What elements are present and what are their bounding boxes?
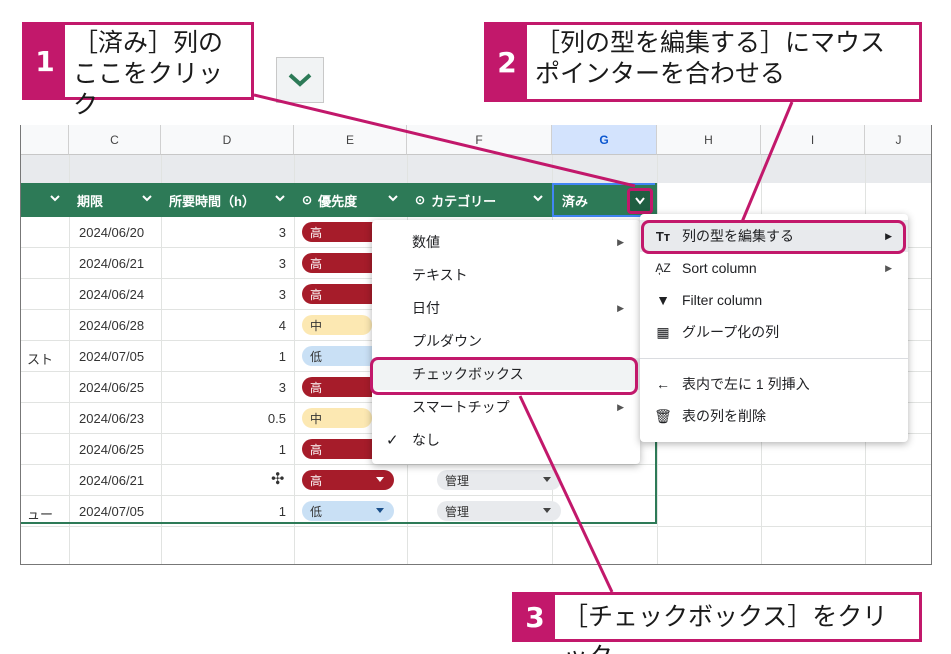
menu-item-label: 日付 [412, 300, 440, 316]
menu-item-label: スマートチップ [412, 399, 510, 415]
menu-item-sort-column[interactable]: A͎Z Sort column ▶ [640, 252, 908, 284]
menu-item-label: テキスト [412, 267, 468, 283]
column-header-blank[interactable] [21, 125, 69, 155]
step-number: 3 [525, 600, 545, 634]
step-number: 1 [35, 44, 55, 78]
arrow-left-icon: ← [656, 376, 670, 392]
submenu-arrow-icon: ▶ [617, 236, 624, 247]
callout-step-1: 1 ［済み］列の ここをクリック [22, 22, 254, 119]
group-table-icon: ▦ [656, 323, 670, 340]
menu-item-label: グループ化の列 [682, 324, 780, 340]
menu-item-date[interactable]: 日付 ▶ [372, 292, 640, 324]
checkmark-icon: ✓ [386, 432, 399, 449]
column-header-h[interactable]: H [657, 125, 761, 155]
submenu-arrow-icon: ▶ [885, 262, 892, 273]
submenu-arrow-icon: ▶ [617, 401, 624, 412]
menu-item-delete-column[interactable]: 🗑 表の列を削除 [640, 400, 908, 432]
table-title-band [21, 155, 931, 183]
menu-item-filter-column[interactable]: ▼ Filter column [640, 284, 908, 316]
menu-item-text[interactable]: テキスト [372, 259, 640, 291]
trash-icon: 🗑 [654, 407, 672, 424]
step-number: 2 [497, 45, 517, 79]
step-text: ［列の型を編集する］にマウス ポインターを合わせる [527, 25, 919, 99]
column-type-submenu: 数値 ▶ テキスト 日付 ▶ プルダウン チェックボックス スマートチップ ▶ ✓ なし [372, 220, 640, 464]
chevron-down-icon [276, 57, 324, 103]
sort-az-icon: A͎Z [655, 261, 671, 275]
menu-item-number[interactable]: 数値 ▶ [372, 226, 640, 258]
column-header-j[interactable]: J [865, 125, 931, 155]
menu-item-label: プルダウン [412, 333, 482, 349]
filter-icon: ▼ [656, 292, 670, 308]
highlight-edit-column-type [641, 220, 906, 254]
column-header-c[interactable]: C [69, 125, 161, 155]
menu-item-label: 表の列を削除 [682, 408, 766, 424]
column-header-e[interactable]: E [294, 125, 407, 155]
submenu-arrow-icon: ▶ [617, 302, 624, 313]
column-header-d[interactable]: D [161, 125, 294, 155]
menu-item-label: Filter column [682, 292, 763, 308]
column-header-i[interactable]: I [761, 125, 865, 155]
callout-step-3: 3 ［チェックボックス］をクリック [512, 592, 922, 654]
highlight-checkbox [370, 357, 638, 395]
menu-item-label: Sort column [682, 260, 757, 276]
column-header-g[interactable]: G [552, 125, 657, 155]
callout-step-2: 2 ［列の型を編集する］にマウス ポインターを合わせる [484, 22, 922, 102]
menu-divider [640, 358, 908, 359]
menu-item-dropdown[interactable]: プルダウン [372, 325, 640, 357]
menu-item-label: 表内で左に 1 列挿入 [682, 376, 810, 392]
menu-item-none[interactable]: ✓ なし [372, 424, 640, 456]
step-text: ［チェックボックス］をクリック [555, 595, 919, 654]
menu-item-insert-left[interactable]: ← 表内で左に 1 列挿入 [640, 368, 908, 400]
menu-item-smart-chip[interactable]: スマートチップ ▶ [372, 391, 640, 423]
step-text: ［済み］列の ここをクリック [65, 25, 251, 119]
menu-item-group-column[interactable]: ▦ グループ化の列 [640, 316, 908, 348]
menu-item-label: なし [412, 432, 440, 448]
menu-item-label: 数値 [412, 234, 440, 250]
column-header-f[interactable]: F [407, 125, 552, 155]
